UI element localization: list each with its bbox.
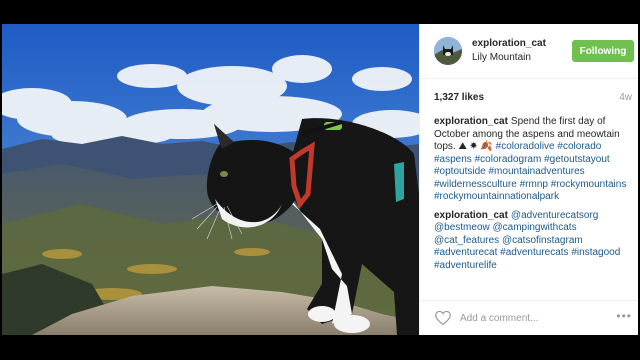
hashtag-link[interactable]: #rockymountainnationalpark xyxy=(434,191,559,202)
hashtag-link[interactable]: #adventurelife xyxy=(434,260,497,271)
post-photo[interactable] xyxy=(2,24,419,335)
username-link[interactable]: exploration_cat xyxy=(472,38,546,49)
hashtag-link[interactable]: #adventurecats xyxy=(500,247,568,258)
comment-bar: ••• xyxy=(420,300,638,336)
more-options-icon[interactable]: ••• xyxy=(616,309,632,323)
comment-username[interactable]: exploration_cat xyxy=(434,210,508,221)
hashtag-link[interactable]: #rmnp xyxy=(520,179,548,190)
hashtag-link[interactable]: @campingwithcats xyxy=(493,222,577,233)
post-details-panel: exploration_cat Lily Mountain Following … xyxy=(419,24,638,335)
post-age[interactable]: 4w xyxy=(619,92,632,103)
likes-row: 1,327 likes 4w xyxy=(420,78,638,112)
comments-list: exploration_cat Spend the first day of Oc… xyxy=(434,116,630,304)
post-viewer: exploration_cat Lily Mountain Following … xyxy=(2,24,638,335)
following-button[interactable]: Following xyxy=(572,40,634,62)
avatar-image xyxy=(434,37,462,65)
likes-count[interactable]: 1,327 likes xyxy=(434,92,484,103)
avatar[interactable] xyxy=(434,37,462,65)
location-link[interactable]: Lily Mountain xyxy=(472,52,531,63)
cat-mountain-photo xyxy=(2,24,419,335)
caption-comment: exploration_cat Spend the first day of Oc… xyxy=(434,116,630,204)
hashtag-link[interactable]: #coloradolive xyxy=(496,141,555,152)
hashtag-link[interactable]: #coloradogram xyxy=(475,154,542,165)
comment-username[interactable]: exploration_cat xyxy=(434,116,508,127)
hashtag-link[interactable]: @catsofinstagram xyxy=(502,235,583,246)
emoji-text: ⛰ ☀ 🍂 xyxy=(458,141,493,152)
hashtag-link[interactable]: @cat_features xyxy=(434,235,499,246)
hashtag-link[interactable]: #optoutside xyxy=(434,166,486,177)
heart-outline-icon[interactable] xyxy=(434,310,452,326)
hashtag-link[interactable]: #wildernessculture xyxy=(434,179,517,190)
hashtag-link[interactable]: #getoutstayout xyxy=(544,154,610,165)
hashtag-link[interactable]: #instagood xyxy=(571,247,620,258)
hashtag-link[interactable]: @bestmeow xyxy=(434,222,490,233)
hashtag-link[interactable]: #rockymountains xyxy=(551,179,627,190)
post-header: exploration_cat Lily Mountain Following xyxy=(420,24,638,79)
add-comment-input[interactable] xyxy=(460,310,605,326)
hashtag-link[interactable]: @adventurecatsorg xyxy=(511,210,598,221)
hashtag-link[interactable]: #mountainadventures xyxy=(489,166,585,177)
tags-comment: exploration_cat @adventurecatsorg @bestme… xyxy=(434,210,630,273)
hashtag-link[interactable]: #colorado xyxy=(557,141,601,152)
hashtag-link[interactable]: #adventurecat xyxy=(434,247,497,258)
hashtag-link[interactable]: #aspens xyxy=(434,154,472,165)
